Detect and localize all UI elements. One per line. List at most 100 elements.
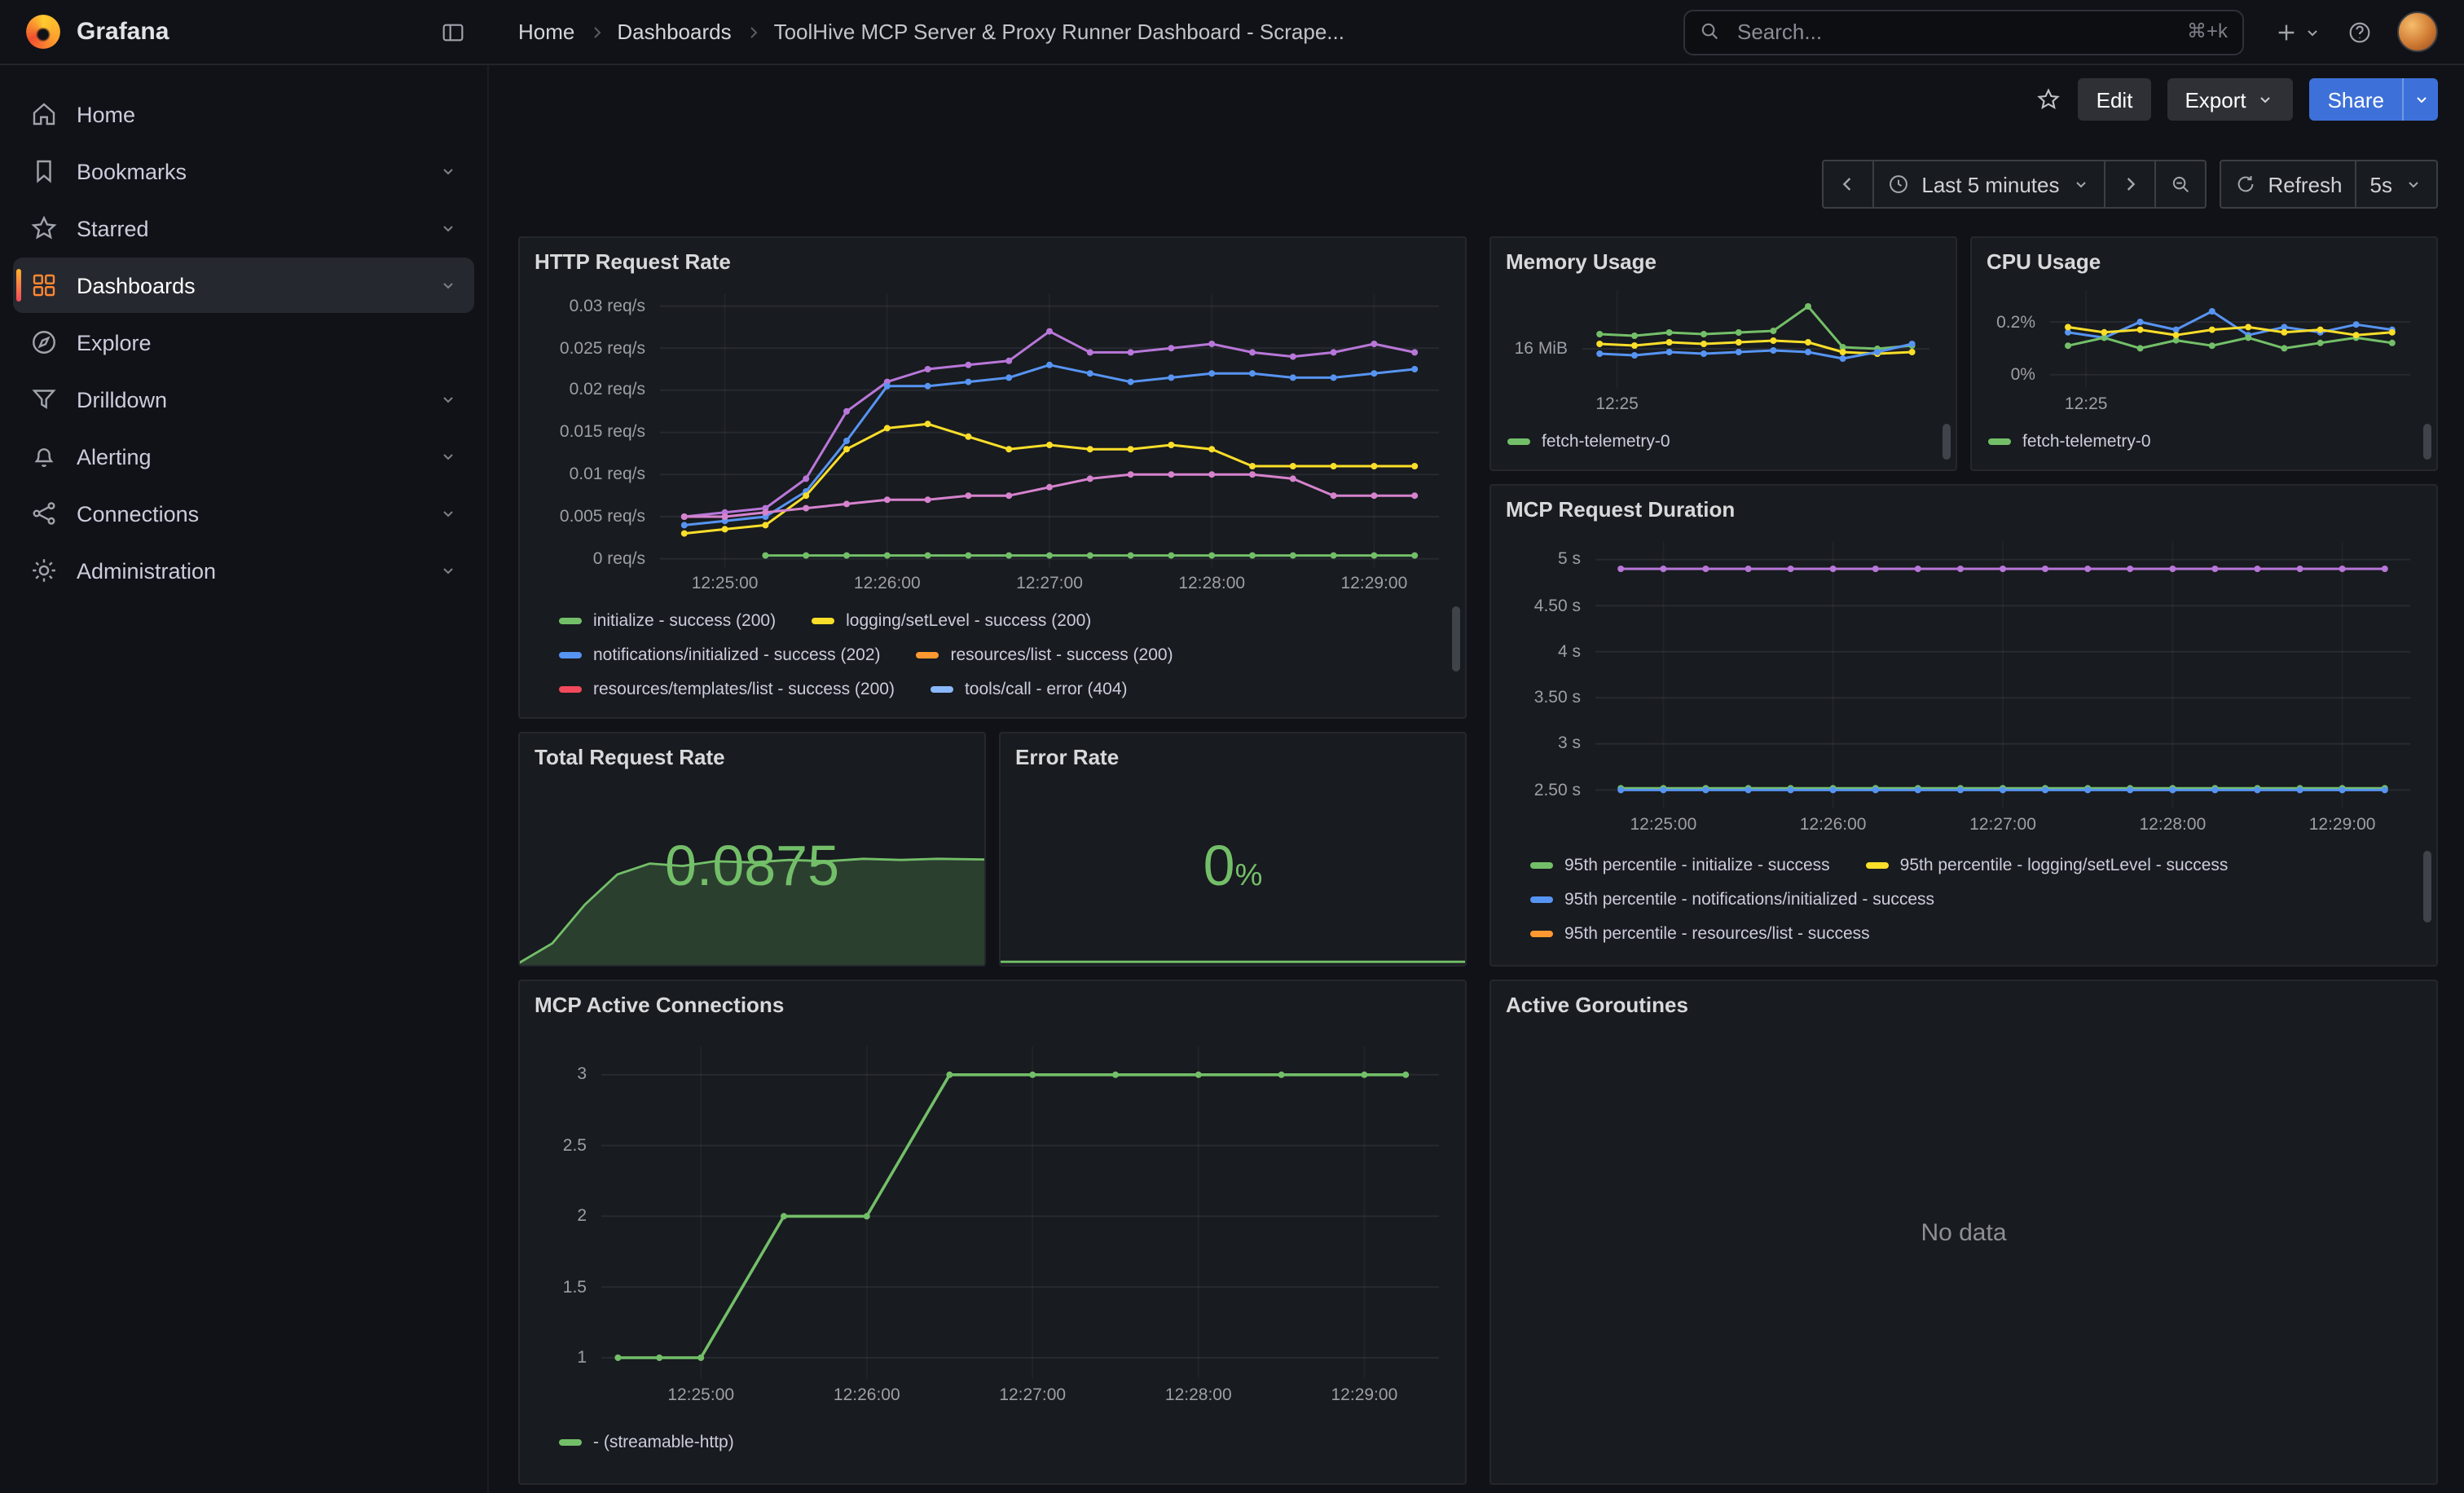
help-button[interactable] (2347, 19, 2373, 45)
refresh-icon (2233, 173, 2256, 196)
legend-scrollbar[interactable] (1452, 606, 1460, 672)
breadcrumb-dashboards[interactable]: Dashboards (617, 20, 731, 44)
favorite-star-button[interactable] (2036, 86, 2062, 112)
legend-item[interactable]: resources/list - success (200) (917, 645, 1173, 664)
legend-item[interactable]: 95th percentile - notifications/initiali… (1530, 889, 1934, 909)
top-actions (2244, 11, 2464, 52)
legend-row: 95th percentile - initialize - success 95… (1530, 848, 2413, 882)
legend-item[interactable]: logging/setLevel - success (200) (812, 610, 1091, 630)
chevron-left-icon (1837, 173, 1859, 196)
legend-swatch (559, 617, 582, 623)
sidebar-item-bookmarks[interactable]: Bookmarks (13, 143, 474, 199)
sidebar-item-starred[interactable]: Starred (13, 200, 474, 256)
sidebar-item-explore[interactable]: Explore (13, 315, 474, 370)
panel-title: MCP Request Duration (1506, 497, 1735, 522)
legend-item[interactable]: fetch-telemetry-0 (1988, 431, 2151, 451)
share-menu-button[interactable] (2402, 78, 2438, 121)
x-axis-label: 12:26:00 (854, 574, 921, 593)
sidebar-item-administration[interactable]: Administration (13, 543, 474, 598)
panel-cpu-usage: CPU Usage 0%0.2%12:25 fetch-telemetry-0 (1970, 236, 2438, 471)
time-shift-back-button[interactable] (1822, 160, 1874, 209)
chevron-down-icon (2404, 174, 2423, 194)
legend-swatch (812, 617, 834, 623)
sidebar-item-drilldown[interactable]: Drilldown (13, 372, 474, 427)
legend-row: initialize - success (200) logging/setLev… (559, 603, 1442, 637)
legend-scrollbar[interactable] (1943, 424, 1951, 460)
panel-title: MCP Active Connections (535, 993, 784, 1017)
y-axis-label: 0.02 req/s (533, 381, 645, 400)
memory-usage-chart[interactable]: 16 MiB12:25 (1504, 280, 1943, 417)
mcp-request-duration-chart[interactable]: 2.50 s3 s3.50 s4 s4.50 s5 s12:25:0012:26… (1504, 531, 2423, 838)
y-axis-label: 1.5 (533, 1277, 587, 1297)
chevron-down-icon[interactable] (438, 218, 458, 238)
chevron-down-icon[interactable] (438, 447, 458, 466)
x-axis-label: 12:29:00 (1331, 1385, 1398, 1405)
panel-total-request-rate: Total Request Rate 0.0875 (518, 732, 986, 967)
legend-scrollbar[interactable] (2423, 424, 2431, 460)
legend-item[interactable]: tools/call - success (200) (559, 713, 781, 714)
dock-menu-button[interactable] (440, 19, 466, 45)
time-range-picker[interactable]: Last 5 minutes (1872, 160, 2105, 209)
chevron-right-icon (743, 22, 763, 42)
legend-item[interactable]: 95th percentile - initialize - success (1530, 855, 1830, 874)
grafana-app: Grafana Home Dashboards ToolHive MCP Ser… (0, 0, 2464, 1493)
sidebar-item-home[interactable]: Home (13, 86, 474, 142)
edit-button[interactable]: Edit (2079, 78, 2151, 121)
chevron-down-icon[interactable] (438, 161, 458, 181)
refresh-interval-picker[interactable]: 5s (2356, 160, 2438, 209)
legend-item[interactable]: notifications/initialized - success (202… (559, 645, 881, 664)
legend-swatch (1530, 861, 1553, 868)
panel-http-request-rate: HTTP Request Rate 0 req/s0.005 req/s0.01… (518, 236, 1467, 719)
chevron-down-icon[interactable] (438, 390, 458, 409)
breadcrumb-home[interactable]: Home (518, 20, 574, 44)
chevron-down-icon[interactable] (438, 504, 458, 523)
x-axis-label: 12:28:00 (1165, 1385, 1232, 1405)
brand-section: Grafana (0, 15, 489, 49)
chevron-down-icon[interactable] (438, 275, 458, 295)
export-button[interactable]: Export (2167, 78, 2293, 121)
legend-item[interactable]: tools/call - error (404) (931, 679, 1128, 698)
sidebar-item-connections[interactable]: Connections (13, 486, 474, 541)
search-input[interactable] (1683, 9, 2244, 55)
legend-item[interactable]: initialize - success (200) (559, 610, 776, 630)
chevron-down-icon[interactable] (438, 561, 458, 580)
panel-title: HTTP Request Rate (535, 249, 731, 274)
time-controls: Last 5 minutes Refresh 5s (489, 160, 2464, 209)
legend-row: 95th percentile - notifications/initiali… (1530, 882, 2413, 916)
zoom-out-button[interactable] (2154, 160, 2206, 209)
user-avatar[interactable] (2397, 11, 2438, 52)
y-axis-label: 3.50 s (1504, 688, 1581, 707)
legend-item[interactable]: 95th percentile - logging/setLevel - suc… (1866, 855, 2229, 874)
chevron-down-icon (2411, 90, 2431, 109)
x-axis-label: 12:26:00 (834, 1385, 900, 1405)
sidebar-item-alerting[interactable]: Alerting (13, 429, 474, 484)
legend-item[interactable]: tools/list - success (200) (817, 713, 1035, 714)
legend-item[interactable]: - (streamable-http) (559, 1432, 734, 1451)
legend-swatch (1530, 930, 1553, 936)
cpu-usage-chart[interactable]: 0%0.2%12:25 (1985, 280, 2423, 417)
panel-mcp-request-duration: MCP Request Duration 2.50 s3 s3.50 s4 s4… (1489, 484, 2438, 967)
zoom-out-icon (2168, 173, 2191, 196)
legend-item[interactable]: resources/templates/list - success (200) (559, 679, 895, 698)
legend-row: fetch-telemetry-0 (1507, 424, 1933, 458)
legend-scrollbar[interactable] (2423, 851, 2431, 923)
legend-item[interactable]: unknown - success (200) (1071, 713, 1295, 714)
legend-swatch (1988, 438, 2011, 444)
legend-item[interactable]: fetch-telemetry-0 (1507, 431, 1670, 451)
http-request-rate-chart[interactable]: 0 req/s0.005 req/s0.01 req/s0.015 req/s0… (533, 284, 1452, 597)
legend-item[interactable]: 95th percentile - resources/list - succe… (1530, 923, 1870, 943)
time-shift-forward-button[interactable] (2103, 160, 2155, 209)
panel-error-rate: Error Rate 0% (999, 732, 1467, 967)
mcp-active-connections-chart[interactable]: 11.522.5312:25:0012:26:0012:27:0012:28:0… (533, 1037, 1452, 1408)
y-axis-label: 3 s (1504, 734, 1581, 754)
add-new-button[interactable] (2273, 19, 2322, 45)
dashboard-area: Edit Export Share Last 5 minutes (489, 65, 2464, 1493)
y-axis-label: 0.005 req/s (533, 507, 645, 526)
sidebar-item-dashboards[interactable]: Dashboards (13, 258, 474, 313)
x-axis-label: 12:27:00 (1969, 815, 2036, 835)
share-button[interactable]: Share (2310, 78, 2402, 121)
refresh-button[interactable]: Refresh (2219, 160, 2356, 209)
bookmark-icon (29, 156, 59, 186)
legend-row: tools/call - success (200) tools/list - s… (559, 706, 1442, 714)
legend-row: resources/templates/list - success (200)… (559, 672, 1442, 706)
